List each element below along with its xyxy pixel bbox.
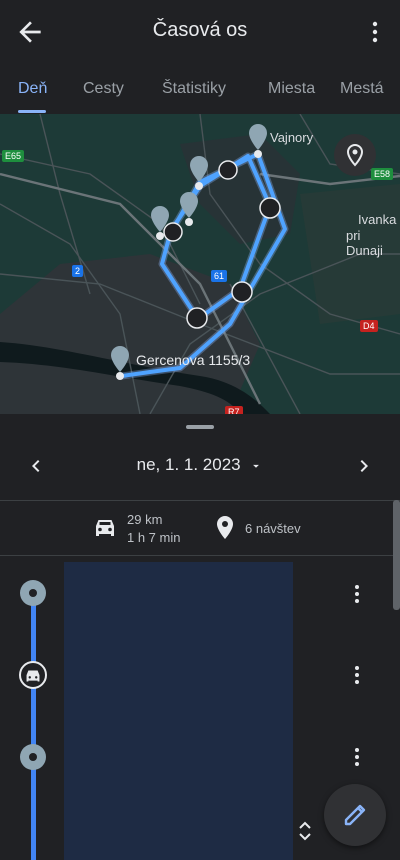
tab-active-indicator [18,110,46,113]
summary-distance: 29 km [127,512,163,527]
map-label-vajnory: Vajnory [270,130,314,145]
drive-marker [19,661,47,689]
timeline-line [31,594,36,860]
car-icon [96,520,114,536]
road-badge-d4: D4 [360,320,378,332]
tab-cities[interactable]: Mestá [340,80,384,98]
road-badge-2: 2 [72,265,84,277]
car-icon [26,670,40,682]
road-badge-r7: R7 [225,406,243,414]
more-vertical-icon[interactable] [351,663,363,687]
expand-icon[interactable] [296,820,314,842]
pencil-icon [344,804,366,826]
map-label-ivanka-1: Ivanka [358,212,397,227]
visit-marker [20,744,46,770]
timeline-content-placeholder [64,562,293,860]
map-label-ivanka-2: pri Dunaji [346,228,383,258]
day-summary: 29 km 1 h 7 min 6 návštev [0,500,400,556]
road-badge-61: 61 [211,270,228,282]
tab-day[interactable]: Deň [18,80,47,98]
chevron-right-icon[interactable] [352,454,376,478]
visit-marker [20,580,46,606]
more-vertical-icon[interactable] [351,582,363,606]
place-pin-icon [217,516,233,539]
tab-trips[interactable]: Cesty [83,80,124,98]
summary-duration: 1 h 7 min [127,530,181,545]
summary-visits: 6 návštev [245,521,301,536]
tab-places[interactable]: Miesta [268,80,315,98]
map-label-gercenova: Gercenova 1155/3 [136,352,251,368]
page-title: Časová os [152,19,248,41]
sheet-drag-handle[interactable] [186,425,214,429]
date-picker[interactable]: ne, 1. 1. 2023 [0,455,400,475]
road-badge-e65: E65 [2,150,25,162]
tab-bar: Deň Cesty Štatistiky Miesta Mestá [0,62,400,114]
scrollbar[interactable] [393,500,400,610]
more-vertical-icon[interactable] [351,745,363,769]
more-vertical-icon[interactable] [370,18,380,46]
tab-statistics[interactable]: Štatistiky [162,80,226,98]
map-places-button[interactable] [334,134,376,176]
date-text: ne, 1. 1. 2023 [136,455,241,474]
date-navigation: ne, 1. 1. 2023 [0,440,400,500]
place-pin-icon [346,143,364,167]
dropdown-arrow-icon [253,464,260,468]
app-bar: Časová os [0,0,400,62]
map-view[interactable]: Vajnory Ivanka pri Dunaji Gercenova 1155… [0,114,400,414]
edit-fab-button[interactable] [324,784,386,846]
